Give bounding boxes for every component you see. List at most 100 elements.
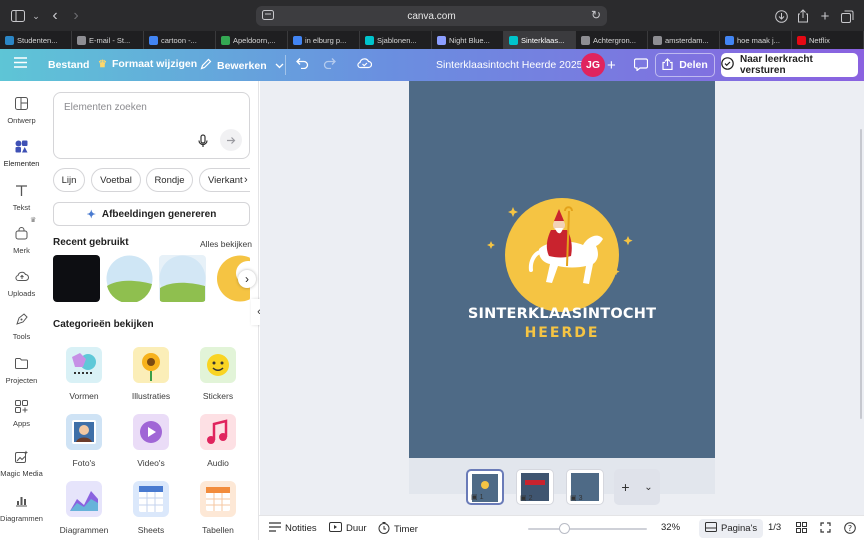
chip-lijn[interactable]: Lijn (53, 168, 85, 192)
favicon-icon (77, 35, 86, 45)
menu-icon[interactable] (14, 57, 27, 68)
browser-tab[interactable]: Sjablonen... (360, 31, 432, 49)
zoom-slider-thumb[interactable] (559, 523, 570, 534)
timer-button[interactable]: Timer (378, 522, 418, 537)
page-settings-icon[interactable] (262, 10, 274, 23)
share-button[interactable]: Delen (655, 53, 715, 77)
submit-arrow-icon[interactable] (220, 129, 242, 151)
help-icon[interactable]: ? (844, 522, 856, 534)
design-page[interactable]: SINTERKLAASINTOCHT HEERDE (409, 81, 715, 458)
fullscreen-icon[interactable] (820, 522, 831, 533)
browser-tab[interactable]: Achtergron... (576, 31, 648, 49)
notes-button[interactable]: Notities (269, 522, 317, 535)
browser-tab[interactable]: Night Blue... (432, 31, 504, 49)
category-stickers[interactable]: Stickers (188, 347, 248, 401)
recent-item-landscape-circle[interactable] (106, 255, 153, 302)
rail-item-magic-media[interactable]: Magic Media (0, 450, 43, 478)
browser-tab[interactable]: Sinterklaas... (504, 31, 576, 49)
category-sheets[interactable]: Sheets (121, 481, 181, 535)
page-thumbnail-3[interactable]: ▣ 3 (566, 469, 604, 505)
search-input[interactable] (64, 102, 234, 113)
see-all-link[interactable]: Alles bekijken (200, 239, 252, 249)
browser-tab[interactable]: Netflix (792, 31, 864, 49)
browser-tab[interactable]: E-mail - St... (72, 31, 144, 49)
rail-item-tekst[interactable]: Tekst (0, 184, 43, 212)
edit-menu-button[interactable]: Bewerken (200, 58, 284, 73)
rail-item-uploads[interactable]: Uploads (0, 270, 43, 298)
pages-button[interactable]: Pagina's (699, 519, 764, 538)
category-fotos[interactable]: Foto's (54, 414, 114, 468)
category-audio[interactable]: Audio (188, 414, 248, 468)
send-label: Naar leerkracht versturen (740, 54, 813, 76)
chevron-down-icon[interactable]: ⌄ (27, 7, 45, 25)
browser-tab[interactable]: Studenten... (0, 31, 72, 49)
reload-icon[interactable]: ↻ (591, 8, 601, 22)
tab-overview-icon[interactable] (838, 7, 856, 25)
category-diagrammen[interactable]: Diagrammen (54, 481, 114, 535)
upload-share-icon (662, 57, 673, 73)
zoom-slider-track[interactable] (528, 528, 647, 530)
scrollbar[interactable] (860, 129, 862, 419)
file-menu-button[interactable]: Bestand (48, 59, 89, 71)
sidebar-toggle-icon[interactable] (9, 7, 27, 25)
comment-icon[interactable] (634, 58, 648, 71)
download-icon[interactable] (772, 7, 790, 25)
page-thumbnail-1[interactable]: ▣ 1 (466, 469, 504, 505)
cloud-saved-icon[interactable] (357, 57, 372, 69)
share-icon[interactable] (794, 7, 812, 25)
categories-section-title: Categorieën bekijken (53, 319, 154, 330)
forward-arrow-icon[interactable]: › (67, 7, 85, 25)
address-bar[interactable]: canva.com ↻ (256, 6, 607, 26)
duration-button[interactable]: Duur (329, 522, 367, 535)
grid-view-icon[interactable] (796, 522, 807, 533)
recent-item-black-square[interactable] (53, 255, 100, 302)
page-thumbnail-2[interactable]: ▣ 2 (516, 469, 554, 505)
chip-vierkant[interactable]: Vierkant (199, 168, 250, 192)
browser-tab[interactable]: cartoon -... (144, 31, 216, 49)
category-vormen[interactable]: Vormen (54, 347, 114, 401)
design-artwork: SINTERKLAASINTOCHT HEERDE (468, 198, 656, 341)
document-title[interactable]: Sinterklaasintocht Heerde 2025 (436, 59, 583, 71)
page-number: ▣ 3 (570, 494, 583, 503)
rail-item-ontwerp[interactable]: Ontwerp (0, 97, 43, 125)
add-page-control[interactable]: + ⌄ (614, 469, 660, 505)
rail-item-merk[interactable]: Merk (0, 227, 43, 255)
share-label: Delen (679, 59, 708, 71)
rail-item-diagrammen[interactable]: Diagrammen (0, 495, 43, 523)
add-collaborator-icon[interactable]: + (607, 57, 616, 74)
add-page-icon[interactable]: + (621, 479, 629, 495)
sparkle-icon: ✦ (86, 208, 96, 221)
chevron-right-icon[interactable]: › (238, 270, 256, 288)
category-videos[interactable]: Video's (121, 414, 181, 468)
browser-tab[interactable]: Apeldoorn,... (216, 31, 288, 49)
rail-item-tools[interactable]: Tools (0, 313, 43, 341)
search-box[interactable] (53, 92, 250, 159)
magic-media-icon (15, 450, 29, 464)
microphone-icon[interactable] (197, 134, 211, 148)
category-tabellen[interactable]: Tabellen (188, 481, 248, 535)
chip-voetbal[interactable]: Voetbal (91, 168, 141, 192)
category-label: Tabellen (202, 525, 234, 535)
undo-icon[interactable] (296, 57, 309, 69)
recent-item-landscape-square[interactable] (159, 255, 206, 302)
rail-item-projecten[interactable]: Projecten (0, 357, 43, 385)
send-to-teacher-button[interactable]: Naar leerkracht versturen (721, 53, 858, 77)
chip-rondje[interactable]: Rondje (146, 168, 193, 192)
back-arrow-icon[interactable]: ‹ (46, 7, 64, 25)
zoom-level[interactable]: 32% (661, 522, 680, 533)
resize-button[interactable]: ♛ Formaat wijzigen (98, 58, 197, 70)
category-illustraties[interactable]: Illustraties (121, 347, 181, 401)
redo-icon[interactable] (323, 57, 336, 69)
browser-tab[interactable]: amsterdam... (648, 31, 720, 49)
rail-item-apps[interactable]: Apps (0, 400, 43, 428)
chevron-down-icon[interactable]: ⌄ (644, 482, 652, 493)
rail-item-elementen[interactable]: Elementen (0, 140, 43, 168)
browser-tab-label: hoe maak j... (737, 35, 780, 45)
chevron-right-icon[interactable]: › (244, 174, 248, 186)
avatar[interactable]: JG (581, 53, 605, 77)
generate-images-button[interactable]: ✦ Afbeeldingen genereren (53, 202, 250, 226)
browser-tab[interactable]: hoe maak j... (720, 31, 792, 49)
new-tab-icon[interactable]: + (816, 7, 834, 25)
header-divider (285, 55, 286, 75)
browser-tab[interactable]: in elburg p... (288, 31, 360, 49)
